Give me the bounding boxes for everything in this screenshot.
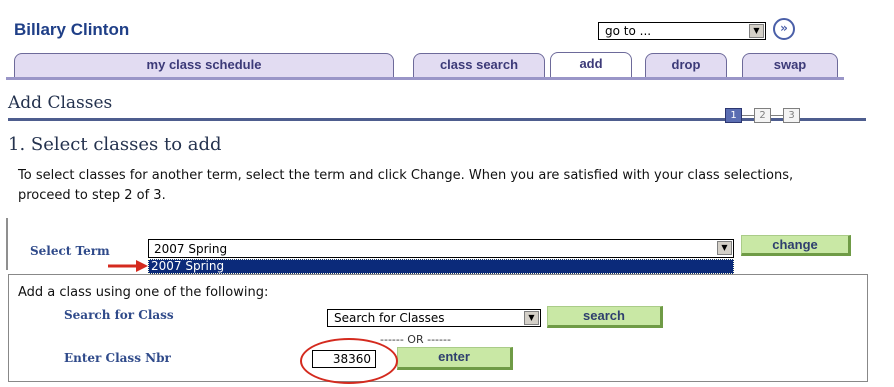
step-1-indicator: 1 (725, 108, 742, 123)
tab-drop[interactable]: drop (645, 53, 727, 77)
tab-class-search[interactable]: class search (413, 53, 545, 77)
tab-underline (6, 77, 844, 80)
goto-select-value: go to ... (605, 24, 652, 38)
tab-my-class-schedule[interactable]: my class schedule (14, 53, 394, 77)
search-method-select[interactable]: Search for Classes ▼ (327, 309, 541, 327)
step-connector (771, 115, 783, 116)
search-button[interactable]: search (547, 306, 663, 328)
chevron-down-icon[interactable]: ▼ (749, 24, 764, 38)
student-name: Billary Clinton (14, 20, 130, 39)
section-title: 1. Select classes to add (8, 134, 222, 155)
red-circle-annotation (300, 338, 398, 384)
term-select[interactable]: 2007 Spring ▼ (148, 239, 734, 258)
red-arrow-annotation (108, 260, 148, 272)
search-for-class-label: Search for Class (64, 308, 174, 322)
left-divider (6, 218, 8, 270)
step-2-indicator: 2 (754, 108, 771, 123)
change-button[interactable]: change (741, 235, 851, 256)
enter-button[interactable]: enter (397, 347, 513, 370)
term-dropdown-option[interactable]: 2007 Spring (148, 259, 734, 274)
instructions-text: To select classes for another term, sele… (18, 168, 794, 203)
chevron-down-icon[interactable]: ▼ (524, 311, 539, 325)
class-nbr-label: Enter Class Nbr (64, 351, 171, 365)
select-term-label: Select Term (30, 244, 110, 258)
search-select-value: Search for Classes (334, 311, 445, 325)
tab-swap[interactable]: swap (742, 53, 838, 77)
go-button[interactable]: » (773, 18, 795, 40)
chevron-down-icon[interactable]: ▼ (717, 241, 732, 255)
add-class-heading: Add a class using one of the following: (18, 285, 269, 300)
step-connector (742, 115, 754, 116)
page-title: Add Classes (8, 93, 113, 113)
step-3-indicator: 3 (783, 108, 800, 123)
tab-add[interactable]: add (550, 52, 632, 78)
or-separator: ------ OR ------ (380, 333, 451, 346)
goto-select[interactable]: go to ... ▼ (598, 22, 766, 40)
term-select-value: 2007 Spring (154, 242, 228, 256)
